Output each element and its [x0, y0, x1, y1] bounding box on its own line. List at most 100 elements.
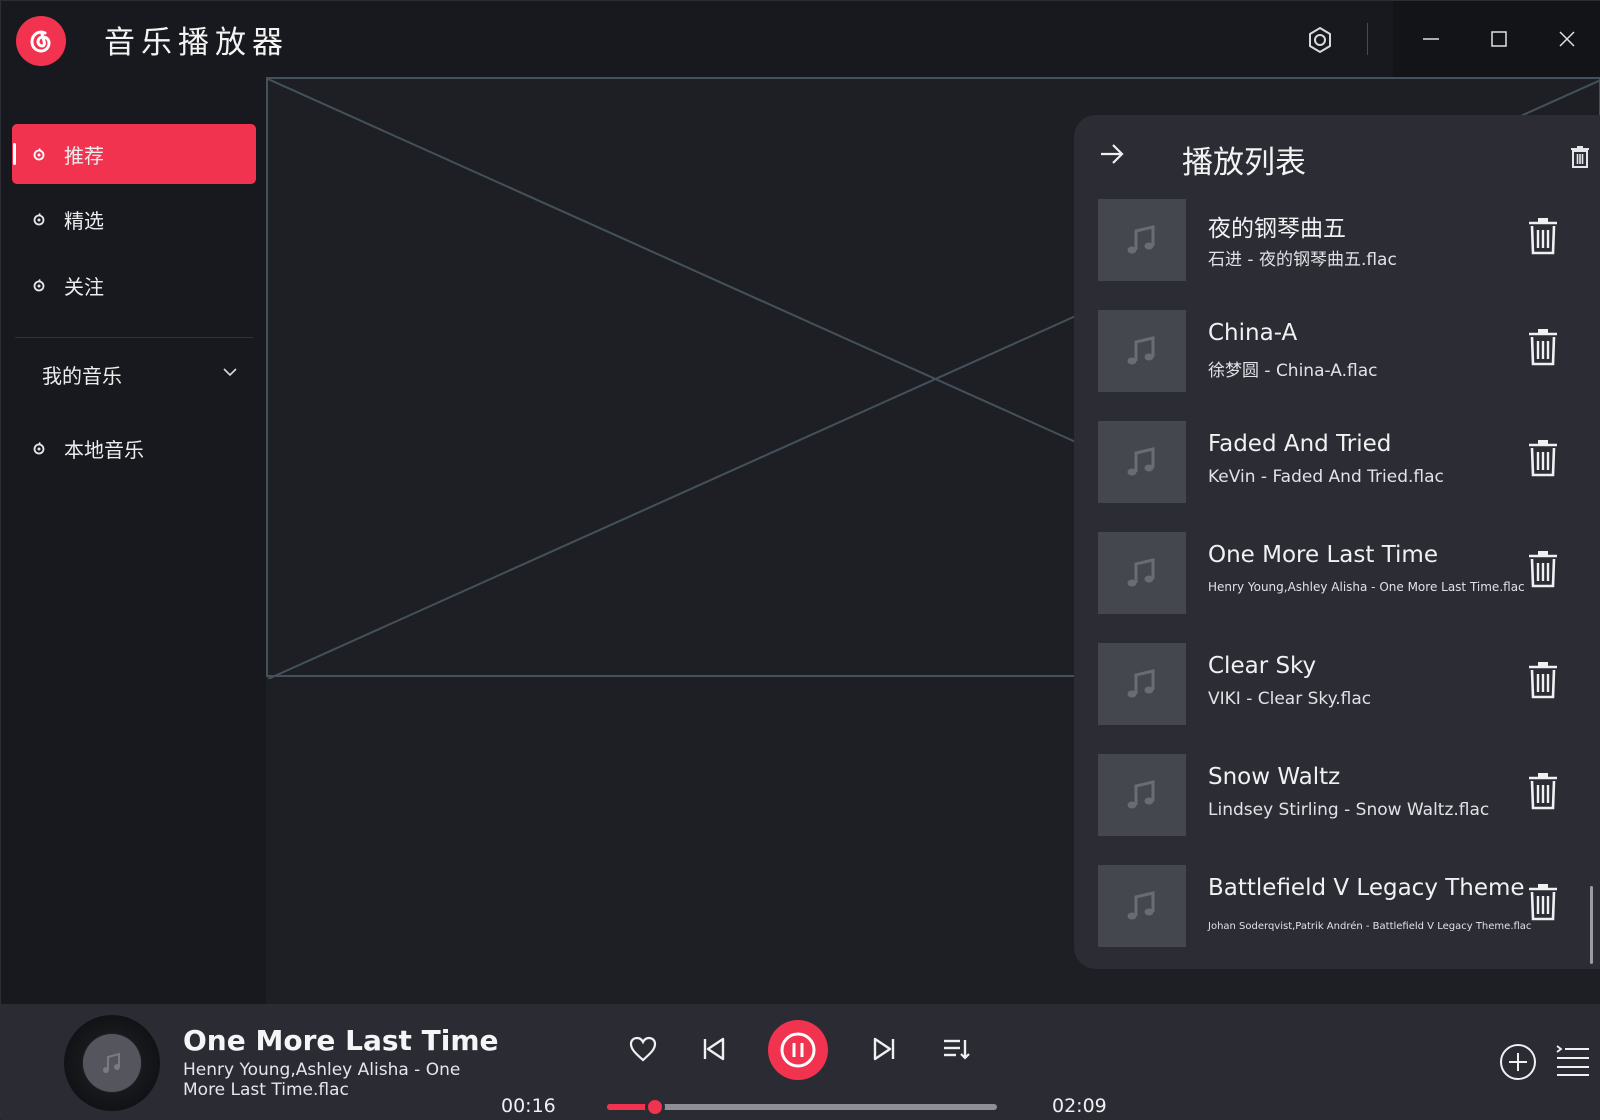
- track-title: Faded And Tried: [1208, 431, 1392, 457]
- music-note-icon: [1127, 780, 1155, 809]
- track-cover: [1098, 310, 1186, 392]
- music-logo-icon: [32, 212, 46, 226]
- add-circle-icon: [1500, 1044, 1536, 1080]
- skip-next-icon: [873, 1037, 895, 1061]
- track-artist-file: 徐梦圆 - China-A.flac: [1208, 361, 1378, 381]
- title-separator: [1367, 23, 1368, 55]
- player-bar: One More Last Time Henry Young,Ashley Al…: [1, 1004, 1600, 1120]
- track-artist-file: 石进 - 夜的钢琴曲五.flac: [1208, 250, 1397, 270]
- remove-track-button[interactable]: [1528, 772, 1558, 814]
- total-time: 02:09: [1052, 1095, 1107, 1117]
- playlist-track[interactable]: One More Last Time Henry Young,Ashley Ali…: [1098, 532, 1578, 620]
- playlist-toggle-button[interactable]: [939, 1032, 973, 1066]
- close-icon: [1559, 31, 1575, 47]
- track-cover: [1098, 421, 1186, 503]
- trash-icon: [1529, 218, 1557, 255]
- queue-list-button[interactable]: [1554, 1040, 1592, 1080]
- next-button[interactable]: [867, 1032, 901, 1066]
- sidebar-item-local-music[interactable]: 本地音乐: [12, 418, 256, 478]
- like-button[interactable]: [626, 1032, 660, 1066]
- music-logo-icon: [32, 278, 46, 292]
- track-cover: [1098, 643, 1186, 725]
- track-title: China-A: [1208, 320, 1298, 346]
- track-title: Battlefield V Legacy Theme: [1208, 875, 1525, 901]
- playlist-track[interactable]: China-A 徐梦圆 - China-A.flac: [1098, 310, 1578, 398]
- settings-button[interactable]: [1303, 23, 1337, 57]
- progress-handle[interactable]: [645, 1097, 665, 1117]
- now-playing-artist: Henry Young,Ashley Alisha - One More Las…: [183, 1060, 461, 1100]
- music-note-icon: [103, 1052, 120, 1073]
- clear-playlist-icon[interactable]: [1570, 145, 1590, 169]
- track-cover: [1098, 754, 1186, 836]
- app-logo-icon: [16, 16, 66, 66]
- trash-icon: [1529, 884, 1557, 921]
- playlist-track[interactable]: Snow Waltz Lindsey Stirling - Snow Waltz.…: [1098, 754, 1578, 842]
- playlist-panel: 播放列表 夜的钢琴曲五石进 - 夜的钢琴曲五.flac China-A 徐梦圆 - …: [1074, 115, 1600, 969]
- music-logo-icon: [32, 147, 46, 161]
- sidebar-item-label: 本地音乐: [64, 437, 144, 462]
- sidebar: 推荐 精选 关注 我的音乐 本地音乐: [1, 77, 266, 1004]
- track-title: 夜的钢琴曲五: [1208, 216, 1346, 242]
- progress-bar[interactable]: [607, 1097, 997, 1117]
- playlist-track[interactable]: Battlefield V Legacy Theme Johan Soderqvi…: [1098, 865, 1578, 953]
- trash-icon: [1529, 773, 1557, 810]
- track-cover: [1098, 199, 1186, 281]
- arrow-right-icon[interactable]: [1099, 141, 1125, 167]
- sidebar-item-follow[interactable]: 关注: [12, 255, 256, 315]
- sidebar-item-label: 推荐: [64, 143, 104, 168]
- sidebar-item-label: 精选: [64, 208, 104, 233]
- sidebar-item-recommend[interactable]: 推荐: [12, 124, 256, 184]
- playlist-scrollbar[interactable]: [1590, 886, 1593, 964]
- pause-icon: [780, 1032, 816, 1068]
- playlist-icon: [944, 1039, 970, 1060]
- remove-track-button[interactable]: [1528, 661, 1558, 703]
- my-music-header[interactable]: 我的音乐: [42, 360, 122, 389]
- close-button[interactable]: [1533, 1, 1600, 77]
- music-note-icon: [1127, 558, 1155, 587]
- music-player-window: 音乐播放器 推荐 精选 关注 我的音乐 本地音乐 播放列表 夜的钢琴曲五 石进 …: [0, 0, 1600, 1120]
- remove-track-button[interactable]: [1528, 328, 1558, 370]
- playlist-track[interactable]: Clear Sky VIKI - Clear Sky.flac: [1098, 643, 1578, 731]
- trash-icon: [1529, 329, 1557, 366]
- music-note-icon: [1127, 225, 1155, 254]
- music-note-icon: [1127, 891, 1155, 920]
- album-cover: [83, 1034, 141, 1092]
- queue-list-icon: [1556, 1045, 1589, 1076]
- settings-icon: [1309, 26, 1331, 54]
- remove-track-button[interactable]: [1528, 439, 1558, 481]
- remove-track-button[interactable]: [1528, 883, 1558, 925]
- remove-track-button[interactable]: [1528, 217, 1558, 259]
- music-note-icon: [1127, 447, 1155, 476]
- track-cover: [1098, 865, 1186, 947]
- track-title: One More Last Time: [1208, 542, 1438, 568]
- playlist-title: 播放列表: [1182, 145, 1306, 181]
- current-time: 00:16: [501, 1095, 556, 1117]
- track-title: Snow Waltz: [1208, 764, 1341, 790]
- track-artist-file: Johan Soderqvist,Patrik Andrén - Battlef…: [1208, 921, 1532, 932]
- maximize-button[interactable]: [1465, 1, 1533, 77]
- chevron-down-icon[interactable]: [223, 367, 237, 377]
- minimize-button[interactable]: [1397, 1, 1465, 77]
- sidebar-item-featured[interactable]: 精选: [12, 189, 256, 249]
- trash-icon: [1529, 440, 1557, 477]
- skip-previous-icon: [703, 1037, 725, 1061]
- playlist-track[interactable]: 夜的钢琴曲五石进 - 夜的钢琴曲五.flac: [1098, 199, 1578, 287]
- heart-icon: [629, 1036, 657, 1062]
- track-cover: [1098, 532, 1186, 614]
- maximize-icon: [1491, 31, 1507, 47]
- music-note-icon: [1127, 669, 1155, 698]
- remove-track-button[interactable]: [1528, 550, 1558, 592]
- album-disc[interactable]: [64, 1015, 160, 1111]
- app-title: 音乐播放器: [104, 25, 289, 61]
- music-logo-icon: [32, 441, 46, 455]
- previous-button[interactable]: [697, 1032, 731, 1066]
- playlist-track[interactable]: Faded And Tried KeVin - Faded And Tried.f…: [1098, 421, 1578, 509]
- track-artist-file: Lindsey Stirling - Snow Waltz.flac: [1208, 800, 1490, 820]
- track-artist-file: Henry Young,Ashley Alisha - One More Las…: [1208, 580, 1525, 594]
- track-title: Clear Sky: [1208, 653, 1317, 679]
- add-to-playlist-button[interactable]: [1498, 1042, 1538, 1082]
- pause-button[interactable]: [768, 1020, 828, 1080]
- music-note-icon: [1127, 336, 1155, 365]
- track-artist-file: VIKI - Clear Sky.flac: [1208, 689, 1372, 709]
- sidebar-item-label: 关注: [64, 274, 104, 299]
